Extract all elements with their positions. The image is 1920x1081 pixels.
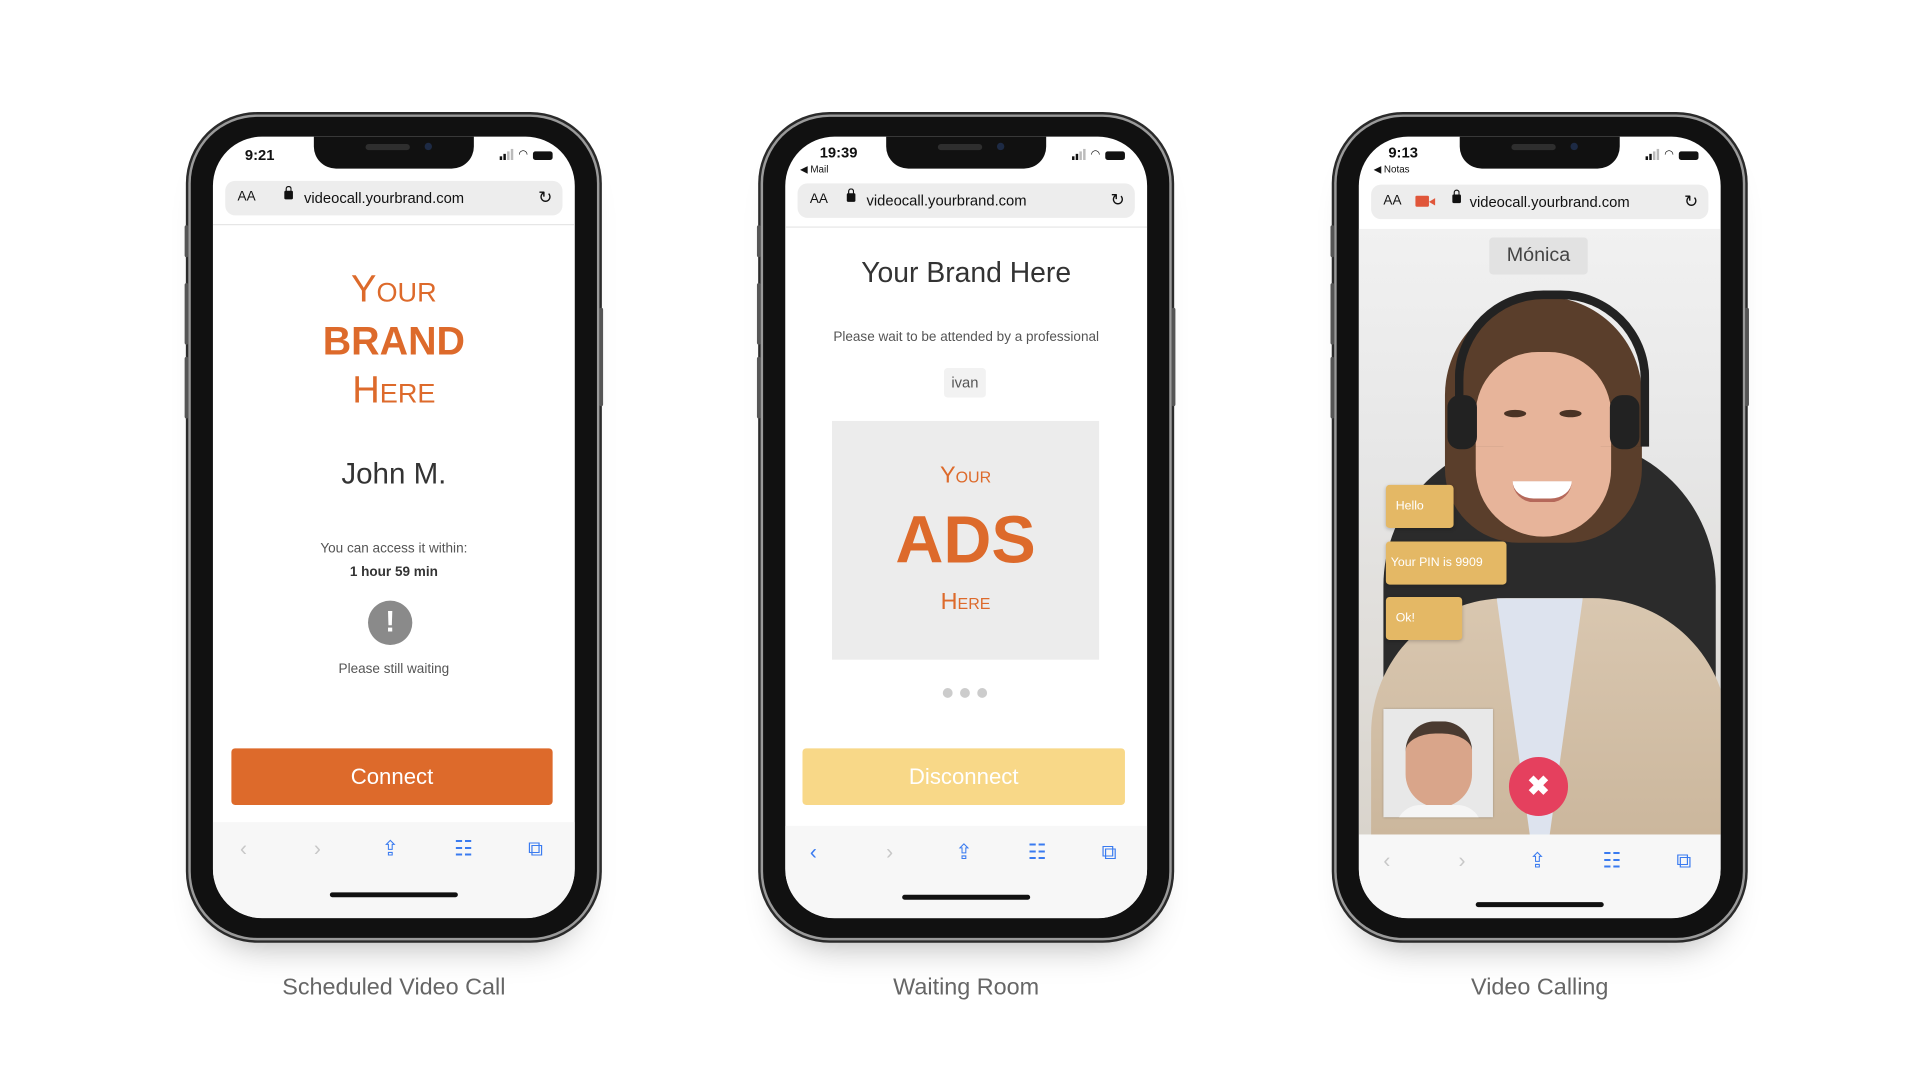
- ads-line-3: Here: [940, 589, 991, 616]
- phone-video-calling: 9:13 ◀ Notas ◠ AA videocall.yourbrand.co…: [1330, 116, 1749, 938]
- page-title: Your Brand Here: [861, 256, 1072, 289]
- share-icon[interactable]: ⇪: [1529, 849, 1547, 874]
- bookmarks-icon[interactable]: ☷: [1603, 849, 1622, 874]
- wifi-icon: ◠: [1664, 147, 1674, 161]
- ads-banner[interactable]: Your ADS Here: [832, 420, 1100, 660]
- signal-icon: [499, 148, 514, 161]
- back-icon[interactable]: ‹: [240, 837, 247, 862]
- chat-message: Your PIN is 9909: [1385, 541, 1507, 585]
- status-time: 9:21: [244, 146, 275, 164]
- self-view-video[interactable]: [1383, 708, 1493, 818]
- forward-icon[interactable]: ›: [314, 837, 321, 862]
- screen: 9:13 ◀ Notas ◠ AA videocall.yourbrand.co…: [1358, 136, 1721, 919]
- status-icons: ◠: [499, 147, 553, 161]
- notch: [313, 136, 474, 169]
- notch: [1459, 136, 1620, 169]
- lock-icon: [1452, 189, 1461, 204]
- address-bar[interactable]: AA videocall.yourbrand.com ↻: [1371, 184, 1709, 220]
- chat-message: Hello: [1385, 484, 1454, 529]
- access-time: 1 hour 59 min: [349, 564, 438, 580]
- reload-icon[interactable]: ↻: [1684, 191, 1698, 212]
- back-to-app-link[interactable]: ◀ Notas: [1374, 164, 1410, 175]
- status-icons: ◠: [1645, 147, 1699, 161]
- url-text[interactable]: videocall.yourbrand.com: [866, 192, 1026, 209]
- screen: 9:21 ◠ AA videocall.yourbrand.com ↻ Your…: [212, 136, 575, 919]
- connect-button[interactable]: Connect: [231, 748, 553, 805]
- tabs-icon[interactable]: ⧉: [1676, 849, 1691, 874]
- wait-text: Please wait to be attended by a professi…: [833, 329, 1100, 345]
- notch: [886, 136, 1047, 169]
- home-indicator[interactable]: [329, 892, 458, 898]
- screen: 19:39 ◀ Mail ◠ AA videocall.yourbrand.co…: [785, 136, 1148, 919]
- status-icons: ◠: [1072, 147, 1125, 161]
- phone-scheduled-video-call: 9:21 ◠ AA videocall.yourbrand.com ↻ Your…: [184, 116, 604, 938]
- signal-icon: [1645, 148, 1660, 161]
- chat-message: Ok!: [1385, 596, 1463, 641]
- brand-line-1: Your: [351, 267, 437, 311]
- access-label: You can access it within:: [320, 541, 468, 557]
- ads-line-2: ADS: [895, 503, 1036, 578]
- divider: [212, 224, 575, 226]
- share-icon[interactable]: ⇪: [955, 841, 973, 866]
- lock-icon: [284, 185, 293, 200]
- home-indicator[interactable]: [902, 894, 1031, 900]
- forward-icon[interactable]: ›: [1458, 849, 1465, 874]
- status-time: 9:13: [1388, 144, 1418, 162]
- professional-chip: ivan: [944, 368, 986, 398]
- battery-icon: [1105, 151, 1125, 161]
- exclamation-icon: !: [368, 600, 413, 645]
- signal-icon: [1072, 148, 1086, 161]
- lock-icon: [846, 188, 856, 202]
- close-icon: ✖: [1527, 770, 1550, 802]
- home-indicator[interactable]: [1475, 902, 1604, 908]
- wifi-icon: ◠: [1090, 147, 1101, 161]
- share-icon[interactable]: ⇪: [382, 837, 400, 862]
- caption-video-calling: Video Calling: [1471, 974, 1609, 1001]
- address-bar[interactable]: AA videocall.yourbrand.com ↻: [797, 183, 1135, 218]
- divider: [785, 226, 1148, 228]
- text-size-button[interactable]: AA: [810, 192, 828, 207]
- carousel-dots[interactable]: [942, 688, 988, 698]
- caption-waiting-room: Waiting Room: [893, 974, 1040, 1001]
- browser-toolbar: ‹ › ⇪ ☷ ⧉: [1358, 834, 1721, 919]
- battery-icon: [532, 151, 553, 161]
- browser-toolbar: ‹ › ⇪ ☷ ⧉: [785, 825, 1148, 919]
- end-call-button[interactable]: ✖: [1508, 756, 1569, 817]
- text-size-button[interactable]: AA: [1383, 193, 1401, 208]
- camera-active-icon: [1415, 195, 1429, 207]
- back-icon[interactable]: ‹: [810, 841, 817, 866]
- back-to-app-link[interactable]: ◀ Mail: [800, 164, 828, 175]
- user-name: John M.: [341, 457, 447, 492]
- brand-line-2: BRAND: [322, 318, 465, 364]
- disconnect-button[interactable]: Disconnect: [802, 748, 1125, 805]
- status-time: 19:39: [819, 144, 858, 162]
- forward-icon[interactable]: ›: [886, 841, 893, 866]
- url-text[interactable]: videocall.yourbrand.com: [1470, 193, 1630, 210]
- bookmarks-icon[interactable]: ☷: [1028, 841, 1047, 866]
- caption-scheduled-video-call: Scheduled Video Call: [282, 974, 506, 1001]
- wifi-icon: ◠: [518, 147, 529, 161]
- status-text: Please still waiting: [338, 662, 450, 677]
- tabs-icon[interactable]: ⧉: [1102, 841, 1117, 866]
- back-icon[interactable]: ‹: [1383, 849, 1390, 874]
- browser-toolbar: ‹ › ⇪ ☷ ⧉: [212, 822, 575, 919]
- brand-line-3: Here: [352, 368, 436, 412]
- reload-icon[interactable]: ↻: [1111, 190, 1125, 211]
- remote-name-label: Mónica: [1489, 237, 1588, 275]
- tabs-icon[interactable]: ⧉: [528, 837, 543, 862]
- url-text[interactable]: videocall.yourbrand.com: [304, 190, 464, 207]
- address-bar[interactable]: AA videocall.yourbrand.com ↻: [225, 180, 563, 216]
- phone-waiting-room: 19:39 ◀ Mail ◠ AA videocall.yourbrand.co…: [756, 116, 1176, 938]
- ads-line-1: Your: [939, 462, 992, 489]
- battery-icon: [1678, 151, 1699, 161]
- text-size-button[interactable]: AA: [238, 190, 256, 205]
- reload-icon[interactable]: ↻: [538, 187, 552, 208]
- bookmarks-icon[interactable]: ☷: [454, 837, 473, 862]
